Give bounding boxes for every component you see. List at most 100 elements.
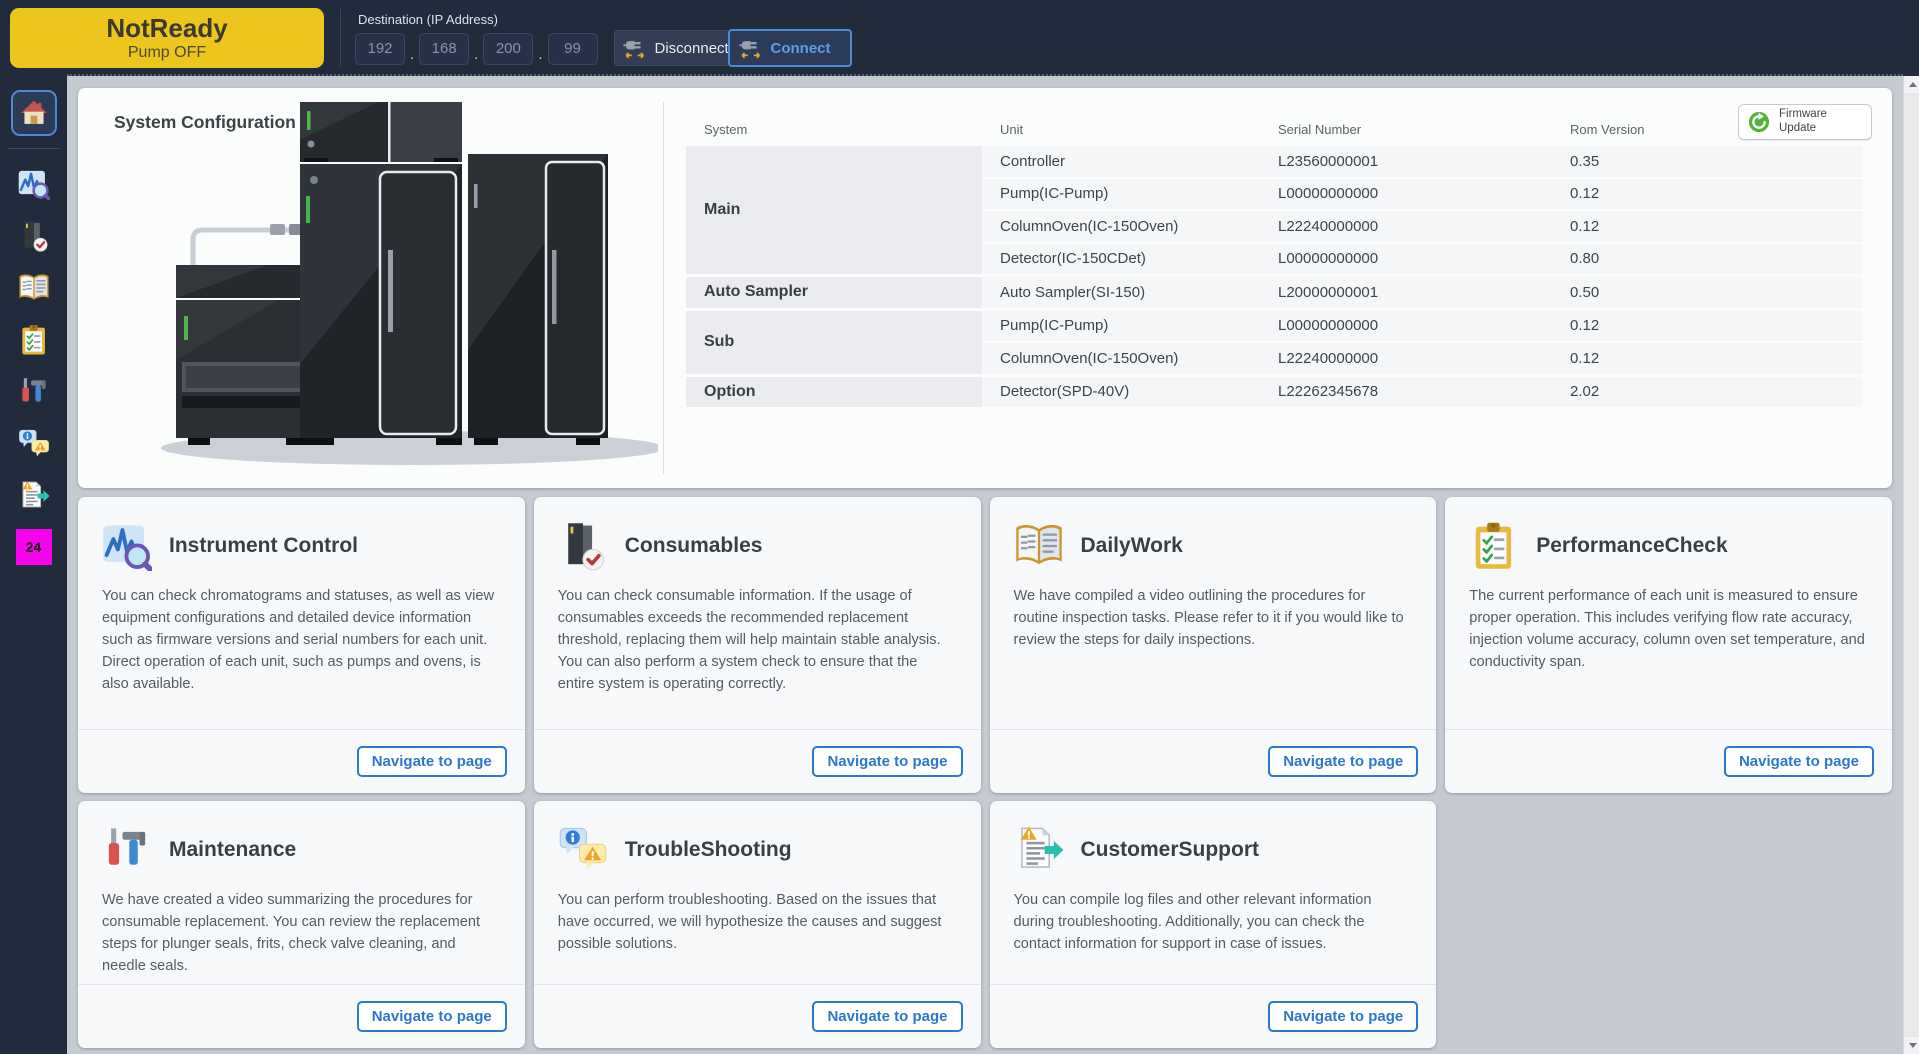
- table-row[interactable]: Detector(SPD-40V) L22262345678 2.02: [982, 377, 1862, 408]
- serial-cell: L20000000001: [1260, 284, 1552, 301]
- sidebar-item-troubleshooting[interactable]: [14, 427, 54, 461]
- scroll-down-arrow-icon[interactable]: [1904, 1037, 1919, 1054]
- serial-cell: L22240000000: [1260, 350, 1552, 367]
- sidebar-item-customer-support[interactable]: [14, 479, 54, 513]
- topbar-divider: [340, 9, 341, 67]
- main-content: System Configuration: [67, 76, 1903, 1054]
- serial-cell: L00000000000: [1260, 250, 1552, 267]
- serial-cell: L00000000000: [1260, 185, 1552, 202]
- serial-cell: L22262345678: [1260, 383, 1552, 400]
- rom-cell: 0.35: [1552, 153, 1862, 170]
- disconnect-button[interactable]: Disconnect: [614, 30, 730, 66]
- ip-octet-1-input[interactable]: [355, 33, 405, 65]
- serial-cell: L00000000000: [1260, 317, 1552, 334]
- vertical-scrollbar[interactable]: [1903, 76, 1919, 1054]
- navigate-to-page-button[interactable]: Navigate to page: [1268, 1001, 1418, 1032]
- ip-dot: .: [410, 46, 414, 63]
- notification-count-badge[interactable]: 24: [16, 529, 52, 565]
- sidebar-divider: [8, 148, 60, 149]
- group-label: Main: [686, 146, 982, 274]
- ip-octet-2-input[interactable]: [419, 33, 469, 65]
- scroll-up-arrow-icon[interactable]: [1904, 76, 1919, 93]
- navigate-to-page-button[interactable]: Navigate to page: [812, 746, 962, 777]
- plug-disconnect-icon: [623, 36, 647, 60]
- chat-bubbles-alert-icon: [558, 825, 608, 875]
- sidebar-item-performance-check[interactable]: [14, 323, 54, 357]
- card-description: You can check chromatograms and statuses…: [78, 571, 525, 695]
- chat-bubbles-alert-icon: [18, 428, 50, 460]
- table-row[interactable]: ColumnOven(IC-150Oven) L22240000000 0.12: [982, 211, 1862, 242]
- sidebar-item-home[interactable]: [11, 90, 57, 136]
- navigate-to-page-button[interactable]: Navigate to page: [357, 746, 507, 777]
- open-book-icon: [1014, 521, 1064, 571]
- serial-cell: L23560000001: [1260, 153, 1552, 170]
- table-row[interactable]: ColumnOven(IC-150Oven) L22240000000 0.12: [982, 343, 1862, 374]
- table-row[interactable]: Auto Sampler(SI-150) L20000000001 0.50: [982, 277, 1862, 308]
- instrument-illustration-area: System Configuration: [78, 88, 663, 488]
- plug-connect-icon: [739, 36, 763, 60]
- card-description: You can compile log files and other rele…: [990, 875, 1437, 956]
- card-customer-support: CustomerSupport You can compile log file…: [990, 801, 1437, 1048]
- unit-cell: Detector(IC-150CDet): [982, 250, 1260, 267]
- unit-cell: Auto Sampler(SI-150): [982, 284, 1260, 301]
- table-row[interactable]: Pump(IC-Pump) L00000000000 0.12: [982, 179, 1862, 210]
- status-badge: NotReady Pump OFF: [10, 8, 324, 68]
- tools-icon: [18, 376, 50, 408]
- table-row[interactable]: Detector(IC-150CDet) L00000000000 0.80: [982, 244, 1862, 275]
- navigate-to-page-button[interactable]: Navigate to page: [1724, 746, 1874, 777]
- sidebar-nav: 24: [0, 76, 67, 1054]
- document-arrow-icon: [18, 480, 50, 512]
- card-description: You can check consumable information. If…: [534, 571, 981, 695]
- ip-octet-4-input[interactable]: [548, 33, 598, 65]
- document-arrow-icon: [1014, 825, 1064, 875]
- firmware-update-button[interactable]: Firmware Update: [1738, 104, 1872, 140]
- card-title: Instrument Control: [169, 534, 358, 558]
- status-title: NotReady: [10, 14, 324, 44]
- navigate-to-page-button[interactable]: Navigate to page: [812, 1001, 962, 1032]
- card-title: TroubleShooting: [625, 838, 792, 862]
- unit-cell: Pump(IC-Pump): [982, 317, 1260, 334]
- card-consumables: Consumables You can check consumable inf…: [534, 497, 981, 793]
- card-instrument-control: Instrument Control You can check chromat…: [78, 497, 525, 793]
- home-icon: [19, 98, 49, 128]
- connection-section: Destination (IP Address) . . .: [355, 12, 598, 65]
- chromatogram-magnifier-icon: [18, 168, 50, 200]
- rom-cell: 0.80: [1552, 250, 1862, 267]
- consumables-check-icon: [18, 220, 50, 252]
- instrument-system-image: [118, 100, 658, 476]
- clipboard-checklist-icon: [1469, 521, 1519, 571]
- sidebar-item-consumables[interactable]: [14, 219, 54, 253]
- connect-button-label: Connect: [771, 40, 831, 57]
- sidebar-item-instrument-control[interactable]: [14, 167, 54, 201]
- card-troubleshooting: TroubleShooting You can perform troubles…: [534, 801, 981, 1048]
- chromatogram-magnifier-icon: [102, 521, 152, 571]
- navigate-to-page-button[interactable]: Navigate to page: [1268, 746, 1418, 777]
- connect-button[interactable]: Connect: [728, 29, 852, 67]
- column-header-serial-number: Serial Number: [1260, 122, 1552, 137]
- rom-cell: 0.50: [1552, 284, 1862, 301]
- rom-cell: 0.12: [1552, 185, 1862, 202]
- card-description: We have compiled a video outlining the p…: [990, 571, 1437, 652]
- ip-dot: .: [474, 46, 478, 63]
- card-description: The current performance of each unit is …: [1445, 571, 1892, 674]
- group-label: Sub: [686, 311, 982, 374]
- card-title: Maintenance: [169, 838, 296, 862]
- card-daily-work: DailyWork We have compiled a video outli…: [990, 497, 1437, 793]
- table-row[interactable]: Pump(IC-Pump) L00000000000 0.12: [982, 311, 1862, 342]
- system-configuration-panel: System Configuration: [78, 88, 1892, 488]
- clipboard-checklist-icon: [18, 324, 50, 356]
- card-description: We have created a video summarizing the …: [78, 875, 525, 978]
- table-group-option: Option Detector(SPD-40V) L22262345678 2.…: [686, 377, 1862, 408]
- table-group-auto-sampler: Auto Sampler Auto Sampler(SI-150) L20000…: [686, 277, 1862, 308]
- table-row[interactable]: Controller L23560000001 0.35: [982, 146, 1862, 177]
- ip-octet-3-input[interactable]: [483, 33, 533, 65]
- rom-cell: 0.12: [1552, 218, 1862, 235]
- table-group-main: Main Controller L23560000001 0.35 Pump(I…: [686, 146, 1862, 274]
- rom-cell: 0.12: [1552, 317, 1862, 334]
- ip-address-fields: . . .: [355, 33, 598, 65]
- navigate-to-page-button[interactable]: Navigate to page: [357, 1001, 507, 1032]
- status-subtitle: Pump OFF: [10, 44, 324, 62]
- card-title: DailyWork: [1081, 534, 1183, 558]
- sidebar-item-daily-work[interactable]: [14, 271, 54, 305]
- sidebar-item-maintenance[interactable]: [14, 375, 54, 409]
